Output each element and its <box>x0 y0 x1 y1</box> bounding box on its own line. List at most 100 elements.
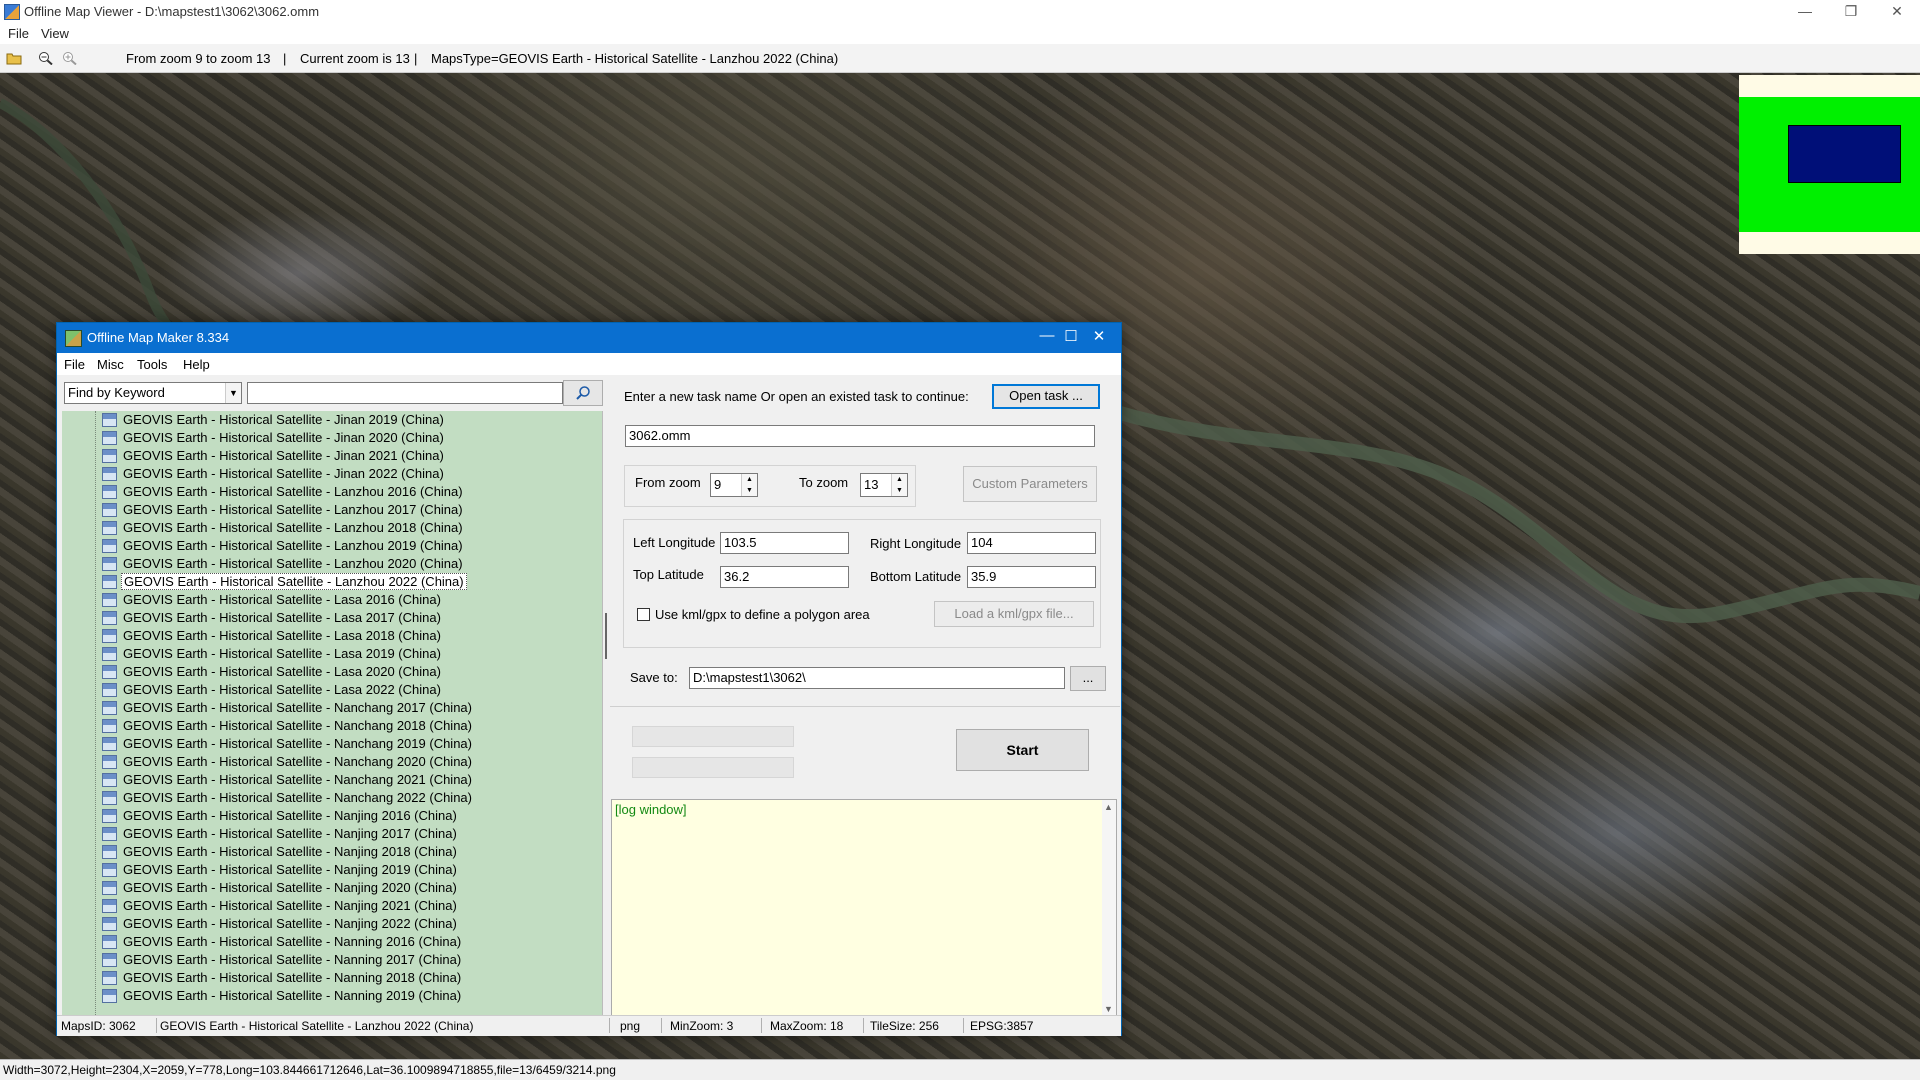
tree-item[interactable]: GEOVIS Earth - Historical Satellite - Na… <box>62 717 592 735</box>
task-name-field[interactable]: 3062.omm <box>625 425 1095 447</box>
tree-item[interactable]: GEOVIS Earth - Historical Satellite - Na… <box>62 843 592 861</box>
tree-item[interactable]: GEOVIS Earth - Historical Satellite - La… <box>62 555 592 573</box>
map-layer-icon <box>102 503 117 517</box>
tree-item[interactable]: GEOVIS Earth - Historical Satellite - Na… <box>62 825 592 843</box>
zoom-in-icon[interactable] <box>62 51 78 66</box>
find-mode-select[interactable]: Find by Keyword ▼ <box>64 382 242 404</box>
minimap-viewport[interactable] <box>1788 125 1901 183</box>
tree-item[interactable]: GEOVIS Earth - Historical Satellite - Na… <box>62 789 592 807</box>
spinner-arrows-icon[interactable]: ▲ ▼ <box>891 474 907 496</box>
log-scrollbar[interactable]: ▲ ▼ <box>1102 800 1116 1016</box>
to-zoom-spinner[interactable]: 13 ▲ ▼ <box>860 473 908 497</box>
tree-item-label: GEOVIS Earth - Historical Satellite - Na… <box>123 952 462 967</box>
menu-help[interactable]: Help <box>183 357 210 372</box>
viewer-status-text: Width=3072,Height=2304,X=2059,Y=778,Long… <box>3 1063 616 1077</box>
scroll-down-icon[interactable]: ▼ <box>1104 1004 1113 1014</box>
tree-item-label: GEOVIS Earth - Historical Satellite - La… <box>123 592 441 607</box>
splitter-grip[interactable] <box>605 613 607 659</box>
map-layer-icon <box>102 431 117 445</box>
tree-item[interactable]: GEOVIS Earth - Historical Satellite - Na… <box>62 807 592 825</box>
tree-item-label: GEOVIS Earth - Historical Satellite - Na… <box>123 934 462 949</box>
tree-item[interactable]: GEOVIS Earth - Historical Satellite - La… <box>62 519 592 537</box>
browse-button[interactable]: ... <box>1070 666 1106 691</box>
search-button[interactable] <box>563 380 603 406</box>
tree-item[interactable]: GEOVIS Earth - Historical Satellite - Na… <box>62 879 592 897</box>
tree-item[interactable]: GEOVIS Earth - Historical Satellite - La… <box>62 537 592 555</box>
pane-splitter[interactable] <box>603 411 611 1015</box>
tree-item[interactable]: GEOVIS Earth - Historical Satellite - Na… <box>62 735 592 753</box>
custom-parameters-button[interactable]: Custom Parameters <box>963 466 1097 502</box>
zoom-out-icon[interactable] <box>38 51 54 66</box>
tree-item[interactable]: GEOVIS Earth - Historical Satellite - La… <box>62 645 592 663</box>
map-layer-icon <box>102 593 117 607</box>
minimize-icon[interactable]: — <box>1782 0 1828 24</box>
tree-item[interactable]: GEOVIS Earth - Historical Satellite - La… <box>62 501 592 519</box>
to-zoom-value: 13 <box>864 477 879 492</box>
left-longitude-value: 103.5 <box>724 535 757 550</box>
start-button[interactable]: Start <box>956 729 1089 771</box>
tree-item[interactable]: GEOVIS Earth - Historical Satellite - Na… <box>62 753 592 771</box>
tree-item[interactable]: GEOVIS Earth - Historical Satellite - La… <box>62 573 592 591</box>
close-icon[interactable]: ✕ <box>1079 327 1119 345</box>
from-zoom-spinner[interactable]: 9 ▲ ▼ <box>710 473 758 497</box>
top-latitude-field[interactable]: 36.2 <box>720 566 849 588</box>
open-task-button[interactable]: Open task ... <box>992 384 1100 409</box>
map-layer-icon <box>102 755 117 769</box>
viewer-title-bar: Offline Map Viewer - D:\mapstest1\3062\3… <box>0 0 1920 24</box>
tree-item[interactable]: GEOVIS Earth - Historical Satellite - La… <box>62 609 592 627</box>
tree-item[interactable]: GEOVIS Earth - Historical Satellite - La… <box>62 627 592 645</box>
menu-misc[interactable]: Misc <box>97 357 124 372</box>
tree-item[interactable]: GEOVIS Earth - Historical Satellite - Na… <box>62 861 592 879</box>
tree-item-label: GEOVIS Earth - Historical Satellite - Na… <box>123 736 472 751</box>
map-layer-icon <box>102 971 117 985</box>
scroll-up-icon[interactable]: ▲ <box>1104 802 1113 812</box>
tree-item[interactable]: GEOVIS Earth - Historical Satellite - La… <box>62 483 592 501</box>
tree-item[interactable]: GEOVIS Earth - Historical Satellite - Na… <box>62 951 592 969</box>
right-longitude-field[interactable]: 104 <box>967 532 1096 554</box>
tree-item[interactable]: GEOVIS Earth - Historical Satellite - Na… <box>62 969 592 987</box>
tree-item[interactable]: GEOVIS Earth - Historical Satellite - Na… <box>62 699 592 717</box>
menu-file[interactable]: File <box>64 357 85 372</box>
tree-item-label: GEOVIS Earth - Historical Satellite - Na… <box>123 718 472 733</box>
tree-item-label: GEOVIS Earth - Historical Satellite - La… <box>123 664 441 679</box>
overview-minimap[interactable] <box>1739 75 1920 254</box>
bottom-latitude-label: Bottom Latitude <box>870 569 962 584</box>
tree-item[interactable]: GEOVIS Earth - Historical Satellite - Ji… <box>62 465 592 483</box>
tree-item[interactable]: GEOVIS Earth - Historical Satellite - La… <box>62 591 592 609</box>
viewer-menu-file[interactable]: File <box>8 26 29 41</box>
viewer-menu-view[interactable]: View <box>41 26 69 41</box>
tree-item[interactable]: GEOVIS Earth - Historical Satellite - Na… <box>62 897 592 915</box>
status-separator <box>761 1018 762 1033</box>
tree-item[interactable]: GEOVIS Earth - Historical Satellite - Ji… <box>62 429 592 447</box>
tree-item[interactable]: GEOVIS Earth - Historical Satellite - Ji… <box>62 411 592 429</box>
restore-icon[interactable]: ❐ <box>1828 0 1874 24</box>
load-kml-button[interactable]: Load a kml/gpx file... <box>934 601 1094 627</box>
keyword-search-input[interactable] <box>247 382 563 404</box>
minimap-map-area <box>1739 97 1920 232</box>
maps-tree[interactable]: GEOVIS Earth - Historical Satellite - Ji… <box>62 411 603 1015</box>
tree-item[interactable]: GEOVIS Earth - Historical Satellite - Ji… <box>62 447 592 465</box>
tree-item[interactable]: GEOVIS Earth - Historical Satellite - Na… <box>62 987 592 1005</box>
bottom-latitude-field[interactable]: 35.9 <box>967 566 1096 588</box>
menu-tools[interactable]: Tools <box>137 357 167 372</box>
close-icon[interactable]: ✕ <box>1874 0 1920 24</box>
tree-item[interactable]: GEOVIS Earth - Historical Satellite - Na… <box>62 933 592 951</box>
tree-item[interactable]: GEOVIS Earth - Historical Satellite - La… <box>62 663 592 681</box>
spinner-arrows-icon[interactable]: ▲ ▼ <box>741 474 757 496</box>
tree-item[interactable]: GEOVIS Earth - Historical Satellite - Na… <box>62 915 592 933</box>
open-folder-icon[interactable] <box>6 51 22 65</box>
map-layer-icon <box>102 683 117 697</box>
top-latitude-value: 36.2 <box>724 569 750 584</box>
tree-item[interactable]: GEOVIS Earth - Historical Satellite - La… <box>62 681 592 699</box>
use-kml-checkbox[interactable] <box>637 608 650 621</box>
tree-item[interactable]: GEOVIS Earth - Historical Satellite - Na… <box>62 771 592 789</box>
map-layer-icon <box>102 863 117 877</box>
log-window[interactable]: [log window] ▲ ▼ <box>611 799 1117 1017</box>
left-longitude-field[interactable]: 103.5 <box>720 532 849 554</box>
tree-item-label: GEOVIS Earth - Historical Satellite - Na… <box>123 898 457 913</box>
save-to-field[interactable]: D:\mapstest1\3062\ <box>689 667 1065 689</box>
tree-item-label: GEOVIS Earth - Historical Satellite - La… <box>123 646 441 661</box>
tree-item-label: GEOVIS Earth - Historical Satellite - Na… <box>123 880 457 895</box>
find-mode-value: Find by Keyword <box>68 385 165 400</box>
status-maps-name: GEOVIS Earth - Historical Satellite - La… <box>160 1019 474 1033</box>
